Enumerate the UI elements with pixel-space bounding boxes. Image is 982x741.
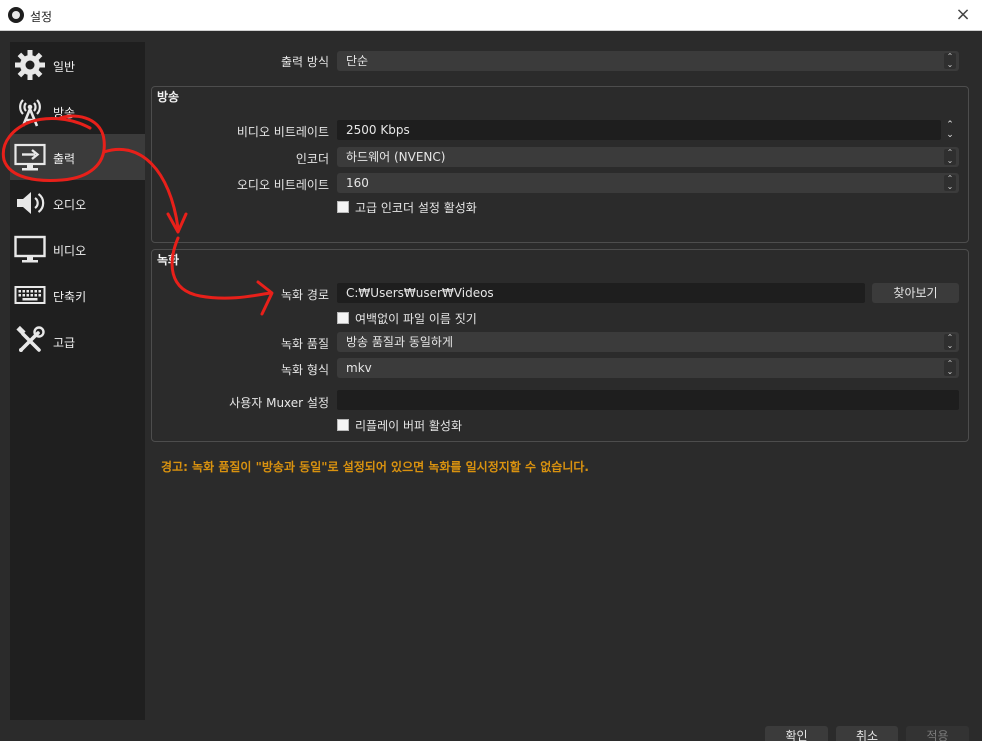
audio-bitrate-label: 오디오 비트레이트: [236, 178, 329, 192]
video-bitrate-label: 비디오 비트레이트: [236, 125, 329, 139]
checkbox-box[interactable]: [337, 312, 349, 324]
settings-sidebar: 일반 방송 출력 오디오 비디오 단축키 고급: [10, 42, 145, 720]
recording-format-label: 녹화 형식: [281, 363, 329, 377]
sidebar-item-label: 일반: [53, 60, 76, 74]
spin-up-icon[interactable]: ⌃: [942, 120, 958, 130]
sidebar-item-label: 비디오: [53, 244, 87, 258]
spin-down-icon[interactable]: ⌄: [942, 130, 958, 140]
audio-bitrate-select[interactable]: 160 ⌃ ⌄: [337, 173, 959, 193]
chevron-updown-icon: ⌃ ⌄: [944, 360, 956, 376]
chevron-updown-icon: ⌃ ⌄: [944, 149, 956, 165]
chevron-updown-icon: ⌃ ⌄: [944, 175, 956, 191]
advanced-encoder-label: 고급 인코더 설정 활성화: [355, 201, 477, 215]
streaming-group-title: 방송: [157, 90, 180, 104]
output-mode-value: 단순: [346, 54, 369, 68]
encoder-select[interactable]: 하드웨어 (NVENC) ⌃ ⌄: [337, 147, 959, 167]
sidebar-item-label: 방송: [53, 106, 76, 120]
window-title: 설정: [30, 10, 53, 24]
tools-icon: [16, 325, 45, 352]
recording-format-value: mkv: [346, 361, 372, 375]
sidebar-item-label: 오디오: [53, 198, 87, 212]
apply-button[interactable]: 적용: [906, 726, 969, 741]
output-mode-select[interactable]: 단순 ⌃ ⌄: [337, 51, 959, 71]
recording-quality-value: 방송 품질과 동일하게: [346, 335, 453, 349]
monitor-icon: [14, 235, 46, 263]
checkbox-box[interactable]: [337, 201, 349, 213]
chevron-updown-icon: ⌃ ⌄: [944, 334, 956, 350]
sidebar-item-output[interactable]: 출력: [10, 134, 145, 180]
sidebar-item-advanced[interactable]: 고급: [10, 318, 145, 364]
no-space-filename-checkbox[interactable]: 여백없이 파일 이름 짓기: [337, 310, 637, 326]
broadcast-antenna-icon: [19, 99, 41, 127]
no-space-filename-label: 여백없이 파일 이름 짓기: [355, 312, 477, 326]
custom-muxer-label: 사용자 Muxer 설정: [229, 396, 329, 410]
recording-warning-text: 경고: 녹화 품질이 "방송과 동일"로 설정되어 있으면 녹화를 일시정지할 …: [161, 460, 589, 474]
checkbox-box[interactable]: [337, 419, 349, 431]
output-monitor-icon: [14, 143, 46, 171]
sidebar-item-stream[interactable]: 방송: [10, 88, 145, 134]
output-mode-label: 출력 방식: [281, 55, 329, 69]
sidebar-item-label: 고급: [53, 336, 76, 350]
close-icon[interactable]: ×: [952, 4, 974, 26]
chevron-updown-icon: ⌃ ⌄: [944, 53, 956, 69]
output-settings-panel: 출력 방식 단순 ⌃ ⌄ 방송 비디오 비트레이트 2500 Kbps ⌃ ⌄ 인…: [145, 42, 977, 722]
custom-muxer-input[interactable]: [337, 390, 959, 410]
sidebar-item-label: 출력: [53, 152, 76, 166]
replay-buffer-checkbox[interactable]: 리플레이 버퍼 활성화: [337, 417, 637, 433]
sidebar-item-general[interactable]: 일반: [10, 42, 145, 88]
video-bitrate-spinner[interactable]: ⌃ ⌄: [942, 120, 958, 140]
sidebar-item-audio[interactable]: 오디오: [10, 180, 145, 226]
sidebar-item-label: 단축키: [53, 290, 87, 304]
recording-quality-select[interactable]: 방송 품질과 동일하게 ⌃ ⌄: [337, 332, 959, 352]
title-bar: 설정 ×: [0, 0, 982, 31]
obs-logo-icon: [8, 7, 24, 23]
encoder-label: 인코더: [295, 152, 329, 166]
recording-quality-label: 녹화 품질: [281, 337, 329, 351]
sidebar-item-video[interactable]: 비디오: [10, 226, 145, 272]
gear-icon: [15, 50, 45, 80]
browse-button[interactable]: 찾아보기: [872, 283, 959, 303]
recording-path-input[interactable]: C:₩Users₩user₩Videos: [337, 283, 865, 303]
recording-group-title: 녹화: [157, 253, 180, 267]
recording-path-value: C:₩Users₩user₩Videos: [346, 286, 494, 300]
encoder-value: 하드웨어 (NVENC): [346, 150, 446, 164]
audio-bitrate-value: 160: [346, 176, 369, 190]
video-bitrate-value: 2500 Kbps: [346, 123, 410, 137]
keyboard-icon: [14, 286, 46, 304]
replay-buffer-label: 리플레이 버퍼 활성화: [355, 419, 462, 433]
video-bitrate-input[interactable]: 2500 Kbps: [337, 120, 941, 140]
ok-button[interactable]: 확인: [765, 726, 828, 741]
recording-format-select[interactable]: mkv ⌃ ⌄: [337, 358, 959, 378]
sidebar-item-hotkeys[interactable]: 단축키: [10, 272, 145, 318]
recording-path-label: 녹화 경로: [281, 288, 329, 302]
cancel-button[interactable]: 취소: [836, 726, 898, 741]
advanced-encoder-checkbox[interactable]: 고급 인코더 설정 활성화: [337, 199, 637, 215]
speaker-icon: [17, 192, 45, 214]
